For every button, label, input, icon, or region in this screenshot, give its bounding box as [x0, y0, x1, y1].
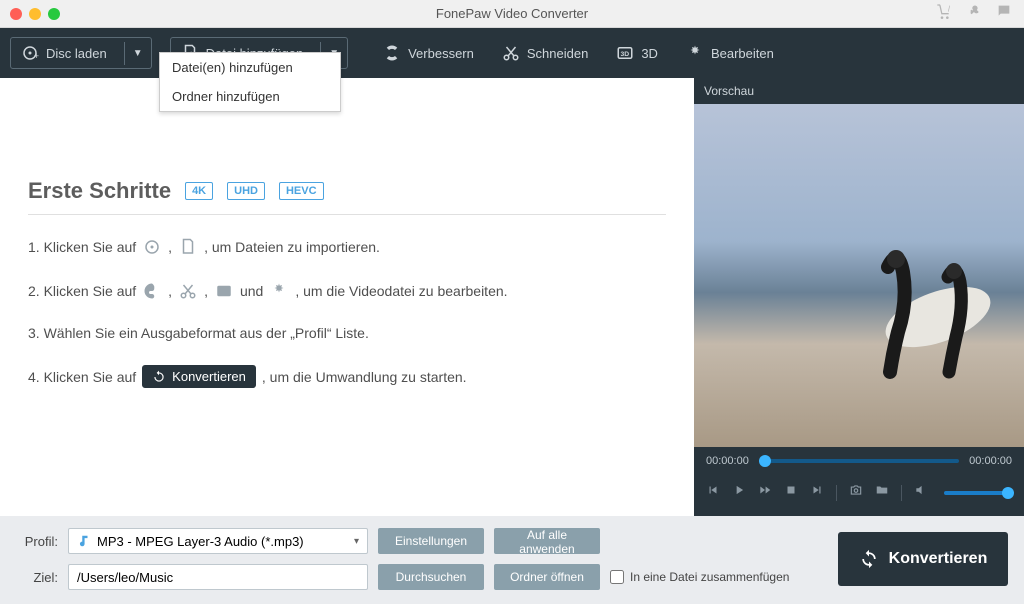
scissors-icon [178, 281, 198, 301]
profile-value: MP3 - MPEG Layer-3 Audio (*.mp3) [97, 534, 304, 549]
merge-checkbox[interactable]: In eine Datei zusammenfügen [610, 570, 789, 584]
open-folder-button[interactable]: Ordner öffnen [494, 564, 600, 590]
chevron-down-icon[interactable]: ▼ [124, 42, 151, 65]
browse-button[interactable]: Durchsuchen [378, 564, 484, 590]
enhance-button[interactable]: Verbessern [372, 37, 485, 69]
apply-all-button[interactable]: Auf alle anwenden [494, 528, 600, 554]
volume-icon[interactable] [914, 483, 928, 502]
profile-label: Profil: [16, 534, 58, 549]
merge-label: In eine Datei zusammenfügen [630, 570, 789, 584]
toolbar: +Disc laden ▼ +Datei hinzufügen ▼ Verbes… [0, 28, 1024, 78]
window-title: FonePaw Video Converter [0, 6, 1024, 21]
seek-slider[interactable] [759, 459, 959, 463]
file-add-icon [178, 237, 198, 257]
volume-slider[interactable] [944, 491, 1008, 495]
footer: Profil: MP3 - MPEG Layer-3 Audio (*.mp3)… [0, 516, 1024, 604]
dest-input[interactable]: /Users/leo/Music [68, 564, 368, 590]
cut-label: Schneiden [527, 46, 588, 61]
step-1: 1. Klicken Sie auf , , um Dateien zu imp… [28, 237, 666, 257]
time-bar: 00:00:00 00:00:00 [694, 447, 1024, 475]
step-2: 2. Klicken Sie auf , , und , um die Vide… [28, 281, 666, 301]
main-panel: Erste Schritte 4K UHD HEVC 1. Klicken Si… [0, 78, 694, 516]
edit-label: Bearbeiten [711, 46, 774, 61]
merge-checkbox-input[interactable] [610, 570, 624, 584]
cut-button[interactable]: Schneiden [491, 37, 599, 69]
play-icon[interactable] [732, 483, 746, 502]
audio-format-icon [77, 534, 91, 548]
stars-icon [269, 281, 289, 301]
disc-load-label: Disc laden [46, 46, 107, 61]
snapshot-icon[interactable] [849, 483, 863, 502]
enhance-label: Verbessern [408, 46, 474, 61]
palette-icon [142, 281, 162, 301]
badge-hevc: HEVC [279, 182, 324, 200]
dropdown-add-files[interactable]: Datei(en) hinzufügen [160, 53, 340, 82]
stop-icon[interactable] [784, 483, 798, 502]
getting-started-title: Erste Schritte [28, 178, 171, 204]
divider [28, 214, 666, 215]
dest-label: Ziel: [16, 570, 58, 585]
badge-uhd: UHD [227, 182, 265, 200]
step-3: 3. Wählen Sie ein Ausgabeformat aus der … [28, 325, 666, 341]
time-current: 00:00:00 [706, 455, 749, 467]
svg-text:+: + [34, 51, 39, 61]
edit-button[interactable]: Bearbeiten [675, 37, 785, 69]
playback-controls [694, 475, 1024, 516]
titlebar: FonePaw Video Converter [0, 0, 1024, 28]
convert-label: Konvertieren [889, 550, 988, 568]
step-4: 4. Klicken Sie auf Konvertieren , um die… [28, 365, 666, 388]
three-d-label: 3D [641, 46, 658, 61]
fast-forward-icon[interactable] [758, 483, 772, 502]
convert-button[interactable]: Konvertieren [838, 532, 1008, 586]
preview-panel: Vorschau 00:00:00 00:00:00 [694, 78, 1024, 516]
three-d-icon [214, 281, 234, 301]
add-file-dropdown: Datei(en) hinzufügen Ordner hinzufügen [159, 52, 341, 112]
disc-load-button[interactable]: + Disc laden ▼ [10, 37, 152, 69]
folder-icon[interactable] [875, 483, 889, 502]
disc-add-icon [142, 237, 162, 257]
surfer-illustration [838, 227, 998, 407]
skip-start-icon[interactable] [706, 483, 720, 502]
badge-4k: 4K [185, 182, 213, 200]
settings-button[interactable]: Einstellungen [378, 528, 484, 554]
preview-image [694, 104, 1024, 447]
skip-end-icon[interactable] [810, 483, 824, 502]
preview-title: Vorschau [694, 78, 1024, 104]
three-d-button[interactable]: 3D 3D [605, 37, 669, 69]
profile-select[interactable]: MP3 - MPEG Layer-3 Audio (*.mp3) ▾ [68, 528, 368, 554]
chevron-down-icon: ▾ [354, 536, 359, 547]
convert-chip: Konvertieren [142, 365, 256, 388]
svg-text:3D: 3D [621, 51, 630, 58]
dropdown-add-folder[interactable]: Ordner hinzufügen [160, 82, 340, 111]
time-total: 00:00:00 [969, 455, 1012, 467]
